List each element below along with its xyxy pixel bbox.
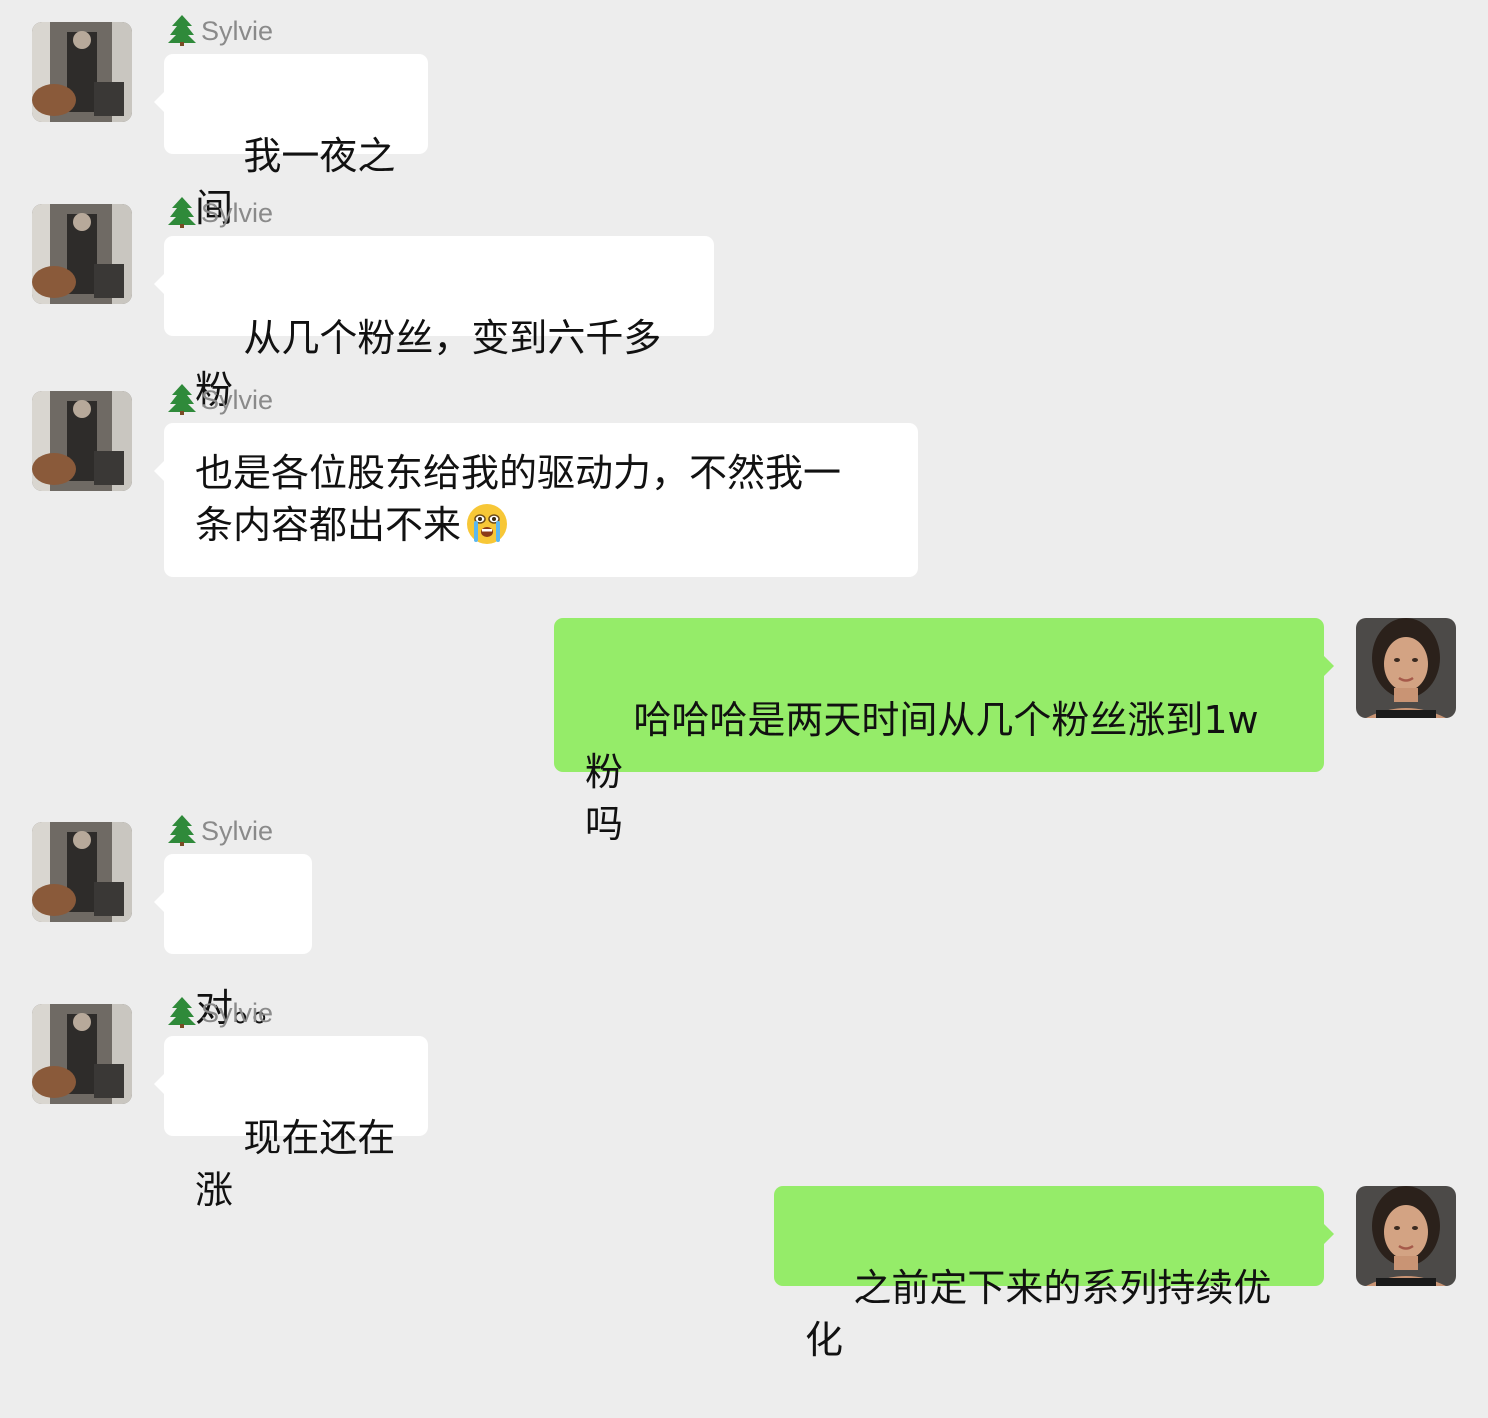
christmas-tree-icon bbox=[167, 814, 197, 846]
message-text: 哈哈哈是两天时间从几个粉丝涨到1w粉 吗 bbox=[585, 698, 1259, 846]
sender-name: Sylvie bbox=[167, 14, 273, 48]
message-text: 现在还在涨 bbox=[195, 1116, 396, 1212]
sender-name: Sylvie bbox=[167, 383, 273, 417]
sender-name: Sylvie bbox=[167, 996, 273, 1030]
message-bubble[interactable]: 也是各位股东给我的驱动力，不然我一 条内容都出不来 bbox=[154, 423, 918, 577]
message-bubble[interactable]: 现在还在涨 bbox=[154, 1036, 428, 1212]
user-avatar[interactable] bbox=[1356, 1186, 1456, 1286]
message-text: 也是各位股东给我的驱动力，不然我一 条内容都出不来 bbox=[195, 451, 842, 547]
message-bubble[interactable]: 哈哈哈是两天时间从几个粉丝涨到1w粉 吗 bbox=[554, 618, 1334, 846]
sender-avatar[interactable] bbox=[32, 204, 132, 304]
message-bubble[interactable]: 从几个粉丝，变到六千多粉 bbox=[154, 236, 714, 412]
sender-avatar[interactable] bbox=[32, 1004, 132, 1104]
christmas-tree-icon bbox=[167, 14, 197, 46]
message-text: 之前定下来的系列持续优化 bbox=[805, 1266, 1272, 1362]
sender-avatar[interactable] bbox=[32, 822, 132, 922]
message-bubble[interactable]: 之前定下来的系列持续优化 bbox=[774, 1186, 1334, 1362]
christmas-tree-icon bbox=[167, 383, 197, 415]
crying-face-emoji bbox=[465, 502, 509, 546]
message-bubble[interactable]: 我一夜之间 bbox=[154, 54, 428, 230]
christmas-tree-icon bbox=[167, 996, 197, 1028]
sender-name: Sylvie bbox=[167, 814, 273, 848]
sender-name: Sylvie bbox=[167, 196, 273, 230]
sender-avatar[interactable] bbox=[32, 391, 132, 491]
sender-avatar[interactable] bbox=[32, 22, 132, 122]
user-avatar[interactable] bbox=[1356, 618, 1456, 718]
message-bubble[interactable]: 对。。 bbox=[154, 854, 312, 1030]
christmas-tree-icon bbox=[167, 196, 197, 228]
